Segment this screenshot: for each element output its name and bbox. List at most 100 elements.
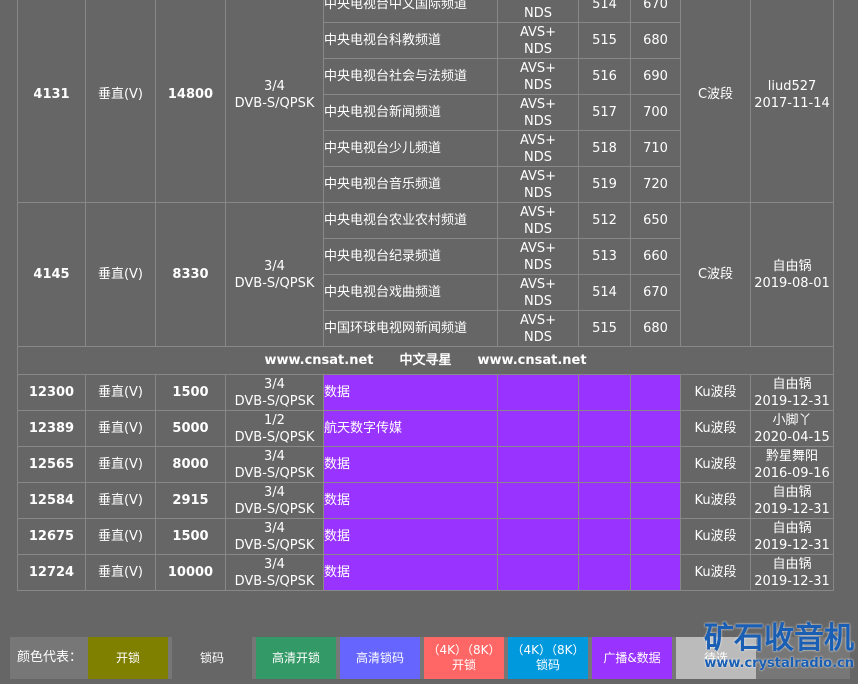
encoding-cell — [497, 374, 579, 411]
vpid-cell: 680 — [630, 310, 681, 347]
vpid-cell — [630, 446, 681, 483]
table-row: 12724 垂直(V) 10000 3/4 DVB-S/QPSK 数据 Ku波段 自由锅 201… — [17, 554, 834, 591]
vpid-cell-text: 660 — [643, 249, 668, 264]
sid-cell-text: 512 — [592, 213, 617, 228]
vpid-cell-text: 670 — [643, 285, 668, 300]
encoding-cell-text: NDS — [524, 329, 552, 345]
updater-cell: liud527 2017-11-14 — [750, 0, 834, 203]
vpid-cell: 700 — [630, 94, 681, 131]
updater-cell: 黔星舞阳 2016-09-16 — [750, 446, 834, 483]
band-cell-text: Ku波段 — [694, 421, 737, 436]
polarization-cell: 垂直(V) — [85, 554, 156, 591]
legend-swatch: 锁码 — [172, 637, 252, 679]
sid-cell: 514 — [578, 0, 631, 23]
modulation-cell-text: 3/4 — [264, 556, 285, 572]
sid-cell: 519 — [578, 166, 631, 203]
vpid-cell-text: 680 — [643, 33, 668, 48]
sid-cell-text: 515 — [592, 33, 617, 48]
table-row: 12584 垂直(V) 2915 3/4 DVB-S/QPSK 数据 Ku波段 自由锅 2019… — [17, 482, 834, 519]
updater-cell-text: 自由锅 — [772, 556, 812, 572]
sid-cell: 518 — [578, 130, 631, 167]
channel-name-cell-text: 数据 — [324, 529, 351, 544]
frequency-cell: 12724 — [17, 554, 86, 591]
polarization-cell: 垂直(V) — [85, 446, 156, 483]
band-cell: C波段 — [680, 0, 751, 203]
updater-cell-text: 自由锅 — [772, 520, 812, 536]
encoding-cell-text: NDS — [524, 257, 552, 273]
sid-cell — [578, 446, 631, 483]
updater-cell-text: 2017-11-14 — [754, 95, 830, 111]
encoding-cell-text: NDS — [524, 41, 552, 57]
sid-cell: 513 — [578, 238, 631, 275]
vpid-cell — [630, 374, 681, 411]
symbol-rate-cell: 8000 — [155, 446, 226, 483]
legend-swatch: （4K）（8K）开锁 — [424, 637, 504, 679]
polarization-cell-text: 垂直(V) — [97, 529, 144, 544]
vpid-cell-text: 650 — [643, 213, 668, 228]
channel-name-cell: 中央电视台农业农村频道 — [323, 202, 498, 239]
sid-cell-text: 516 — [592, 69, 617, 84]
modulation-cell: 1/2 DVB-S/QPSK — [225, 410, 324, 447]
channel-name-cell: 数据 — [323, 554, 498, 591]
modulation-cell: 3/4 DVB-S/QPSK — [225, 0, 324, 203]
band-cell: Ku波段 — [680, 446, 751, 483]
updater-cell-text: 2019-12-31 — [754, 501, 830, 517]
channel-name-cell-text: 中央电视台科教频道 — [324, 33, 442, 48]
channel-name-cell: 数据 — [323, 518, 498, 555]
updater-cell-text: 2016-09-16 — [754, 465, 830, 481]
legend-swatch: 广播&数据 — [592, 637, 672, 679]
channel-name-cell: 中央电视台中文国际频道 — [323, 0, 498, 23]
vpid-cell: 650 — [630, 202, 681, 239]
vpid-cell-text: 710 — [643, 141, 668, 156]
vpid-cell: 710 — [630, 130, 681, 167]
sid-cell: 516 — [578, 58, 631, 95]
encoding-cell-text: NDS — [524, 5, 552, 21]
updater-cell: 自由锅 2019-12-31 — [750, 482, 834, 519]
site-banner[interactable]: www.cnsat.net 中文寻星 www.cnsat.net — [17, 346, 834, 375]
encoding-cell-text: NDS — [524, 293, 552, 309]
encoding-cell-text: AVS+ — [519, 204, 557, 220]
channel-name-cell-text: 中央电视台社会与法频道 — [324, 69, 468, 84]
vpid-cell — [630, 482, 681, 519]
vpid-cell — [630, 410, 681, 447]
symbol-rate-cell: 1500 — [155, 374, 226, 411]
frequency-cell-text: 4145 — [33, 267, 70, 282]
band-cell-text: Ku波段 — [694, 457, 737, 472]
frequency-cell-text: 12565 — [28, 457, 75, 472]
modulation-cell-text: 3/4 — [264, 484, 285, 500]
encoding-cell — [497, 446, 579, 483]
sid-cell-text: 518 — [592, 141, 617, 156]
polarization-cell-text: 垂直(V) — [97, 457, 144, 472]
updater-cell: 自由锅 2019-08-01 — [750, 202, 834, 347]
frequency-cell-text: 12675 — [28, 529, 75, 544]
encoding-cell-text: AVS+ — [519, 96, 557, 112]
updater-cell-text: 自由锅 — [772, 258, 812, 274]
band-cell: C波段 — [680, 202, 751, 347]
updater-cell-text: 2019-12-31 — [754, 537, 830, 553]
symbol-rate-cell-text: 8330 — [172, 267, 209, 282]
channel-name-cell: 航天数字传媒 — [323, 410, 498, 447]
encoding-cell: AVS+NDS — [497, 202, 579, 239]
encoding-cell-text: NDS — [524, 113, 552, 129]
sid-cell — [578, 518, 631, 555]
encoding-cell-text: AVS+ — [519, 276, 557, 292]
band-cell: Ku波段 — [680, 554, 751, 591]
vpid-cell-text: 720 — [643, 177, 668, 192]
site-logo: 矿石收音机 www.crystalradio.cn — [704, 622, 854, 672]
frequency-cell: 4145 — [17, 202, 86, 347]
modulation-cell-text: 3/4 — [264, 520, 285, 536]
encoding-cell-text: AVS+ — [519, 312, 557, 328]
encoding-cell-text: AVS+ — [519, 24, 557, 40]
vpid-cell-text: 680 — [643, 321, 668, 336]
polarization-cell-text: 垂直(V) — [97, 87, 144, 102]
symbol-rate-cell-text: 1500 — [172, 385, 209, 400]
encoding-cell: AVS+NDS — [497, 274, 579, 311]
channel-name-cell: 中央电视台少儿频道 — [323, 130, 498, 167]
encoding-cell — [497, 482, 579, 519]
polarization-cell: 垂直(V) — [85, 202, 156, 347]
channel-name-cell: 中央电视台新闻频道 — [323, 94, 498, 131]
legend-label: 颜色代表： — [16, 650, 82, 665]
modulation-cell-text: 1/2 — [264, 412, 285, 428]
updater-cell-text: 2020-04-15 — [754, 429, 830, 445]
band-cell-text: Ku波段 — [694, 385, 737, 400]
